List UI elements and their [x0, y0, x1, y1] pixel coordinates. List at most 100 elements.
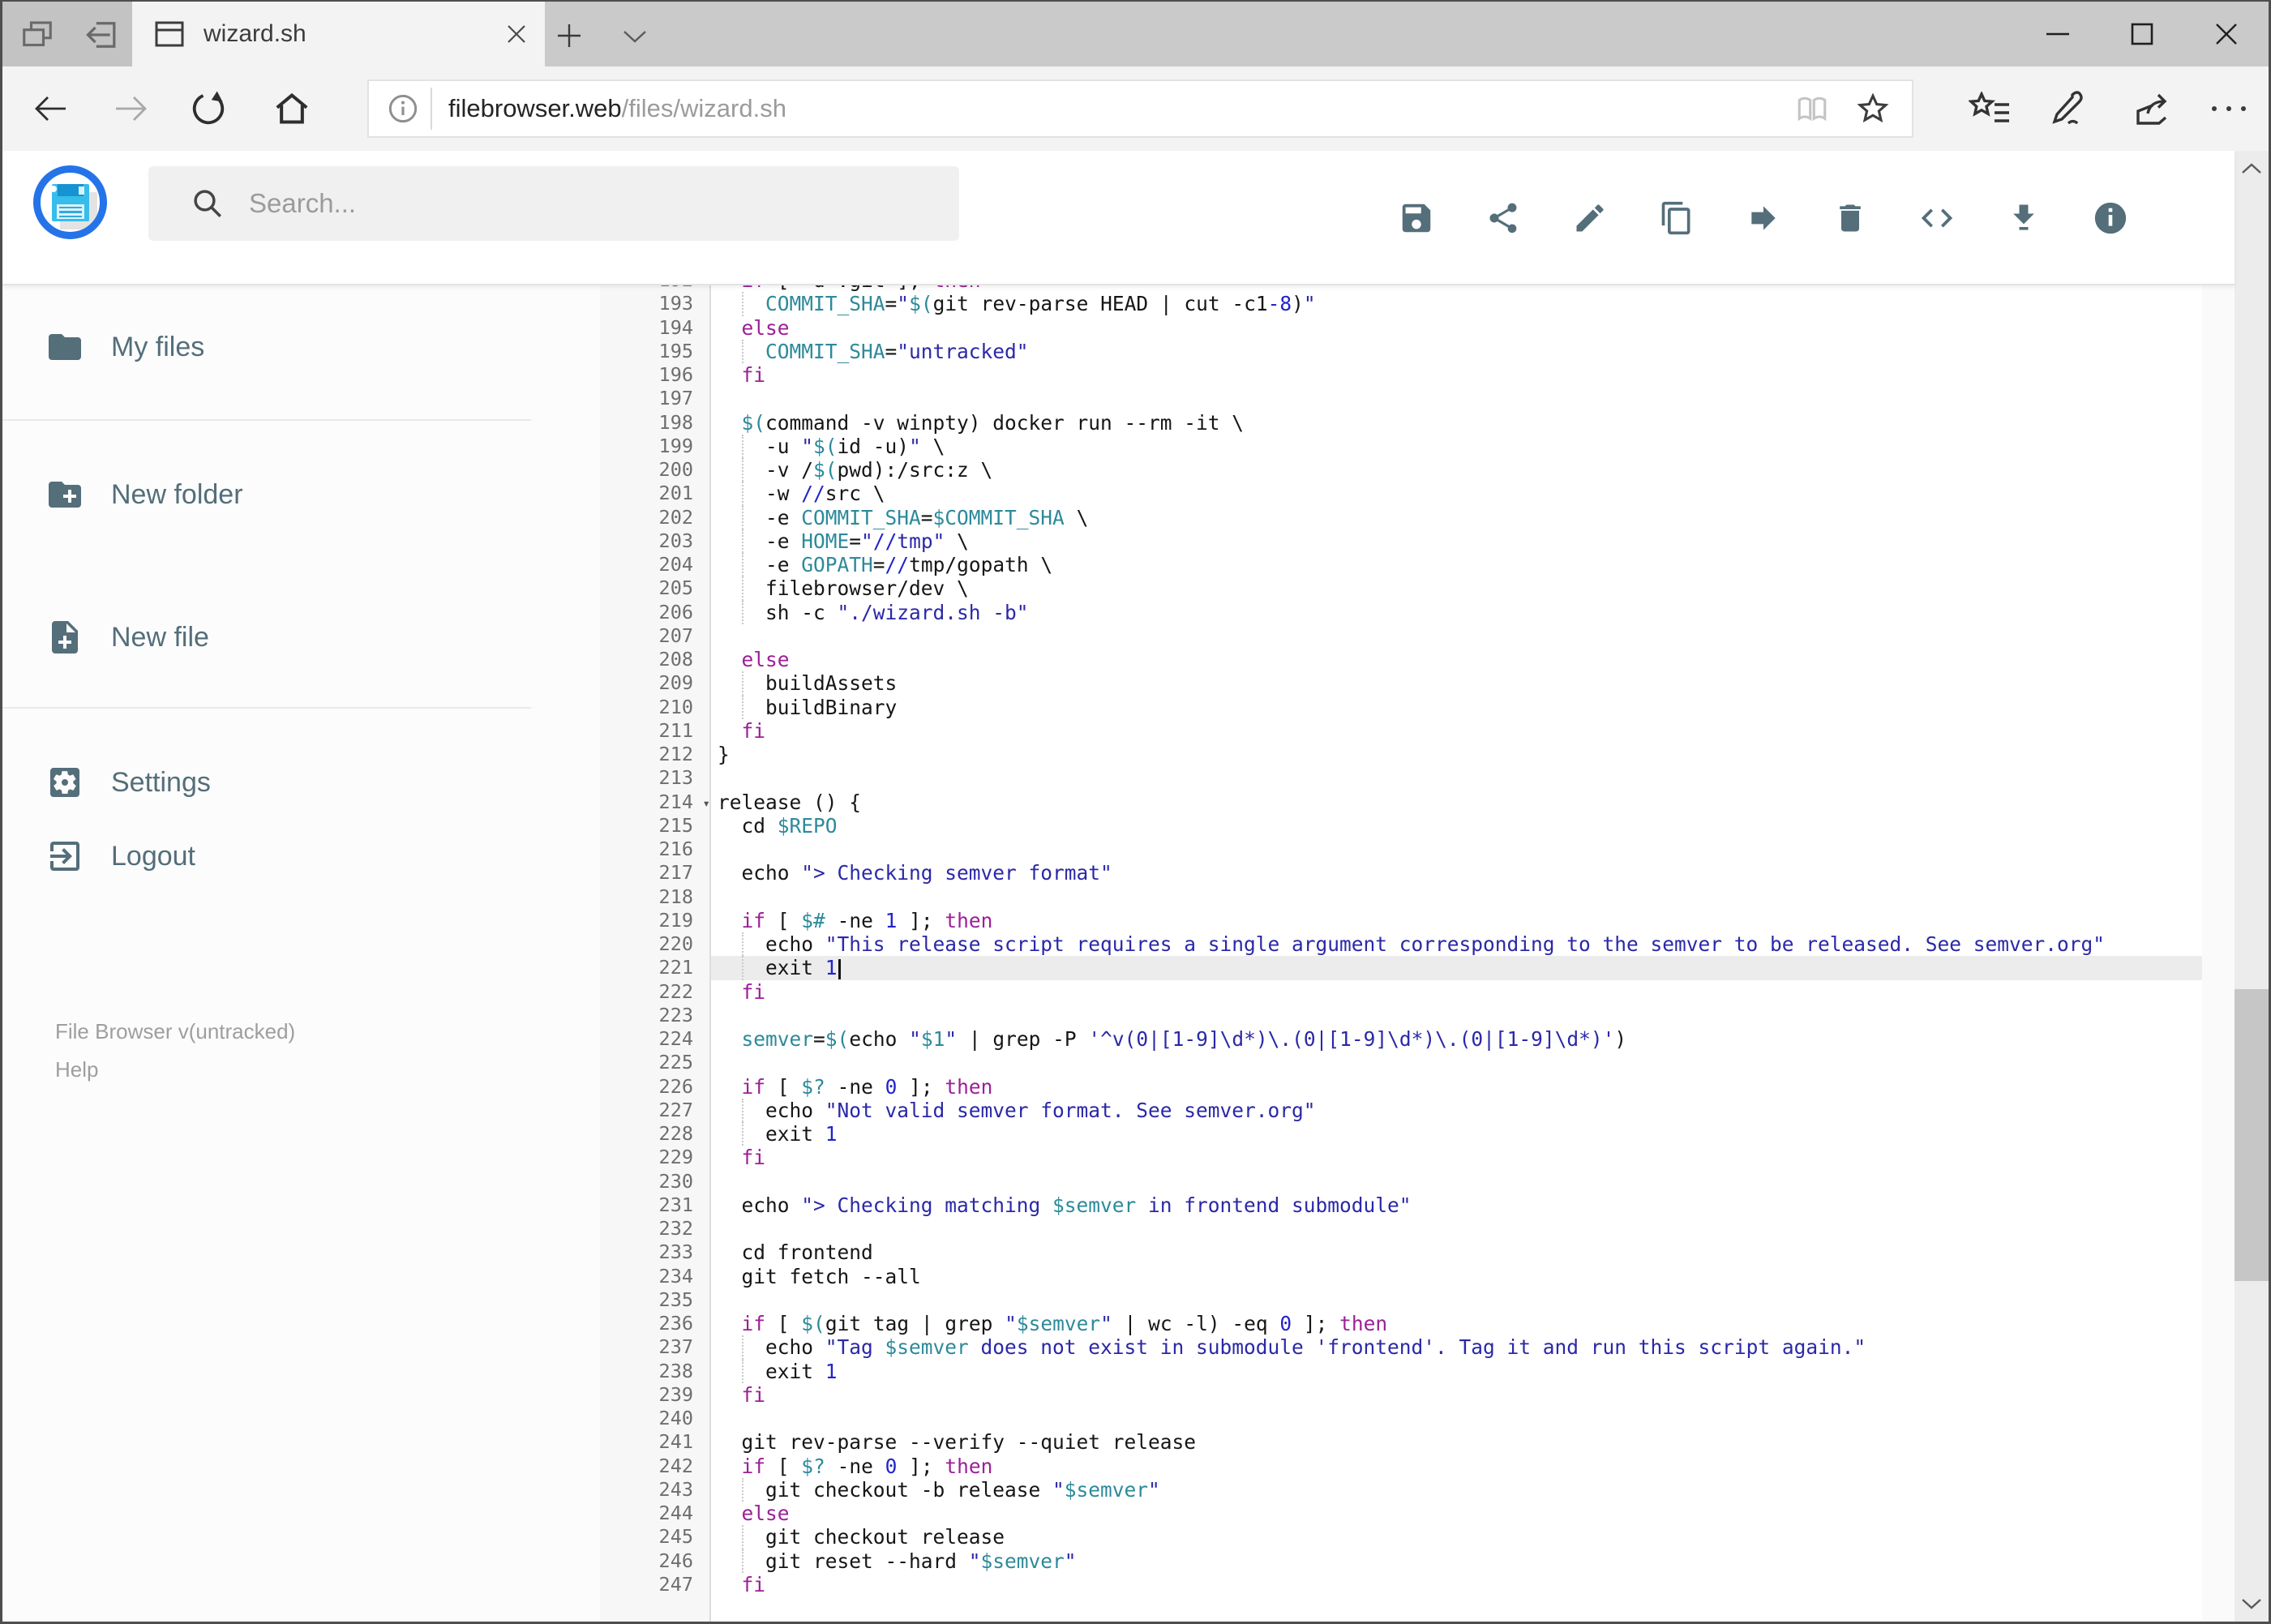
code-line[interactable]: 242 if [ $? -ne 0 ]; then — [600, 1455, 2202, 1478]
code-line[interactable]: 233 cd frontend — [600, 1240, 2202, 1264]
info-icon[interactable] — [2067, 190, 2153, 246]
code-line[interactable]: 199 -u "$(id -u)" \ — [600, 434, 2202, 458]
minimize-icon[interactable] — [2016, 2, 2100, 66]
forward-icon[interactable] — [109, 89, 153, 128]
code-line[interactable]: 198 $(command -v winpty) docker run --rm… — [600, 411, 2202, 435]
code-line[interactable]: 192 if [ -d .git ]; then — [600, 285, 2202, 292]
search-input[interactable] — [247, 187, 896, 220]
close-window-icon[interactable] — [2184, 2, 2269, 66]
code-line[interactable]: 230 — [600, 1170, 2202, 1193]
search-box[interactable] — [148, 166, 959, 241]
code-line[interactable]: 237 echo "Tag $semver does not exist in … — [600, 1335, 2202, 1360]
code-line[interactable]: 228 exit 1 — [600, 1122, 2202, 1146]
code-line[interactable]: 229 fi — [600, 1146, 2202, 1169]
code-line[interactable]: 217 echo "> Checking semver format" — [600, 861, 2202, 885]
reading-view-icon[interactable] — [1793, 92, 1831, 126]
code-line[interactable]: 235 — [600, 1288, 2202, 1312]
code-line[interactable]: 215 cd $REPO — [600, 814, 2202, 838]
code-line[interactable]: 222 fi — [600, 980, 2202, 1004]
code-line[interactable]: 223 — [600, 1004, 2202, 1027]
code-line[interactable]: 202 -e COMMIT_SHA=$COMMIT_SHA \ — [600, 505, 2202, 529]
tab-wizard-sh[interactable]: wizard.sh — [132, 2, 545, 66]
home-icon[interactable] — [270, 88, 314, 130]
page-scrollbar[interactable] — [2235, 151, 2269, 1622]
code-line[interactable]: 210 buildBinary — [600, 695, 2202, 719]
code-line[interactable]: 209 buildAssets — [600, 671, 2202, 696]
code-line[interactable]: 204 -e GOPATH=//tmp/gopath \ — [600, 553, 2202, 577]
code-line[interactable]: 243 git checkout -b release "$semver" — [600, 1477, 2202, 1502]
edit-icon[interactable] — [1546, 190, 1633, 246]
code-line[interactable]: 208 else — [600, 648, 2202, 671]
code-line[interactable]: 206 sh -c "./wizard.sh -b" — [600, 600, 2202, 624]
back-icon[interactable] — [28, 89, 72, 128]
code-line[interactable]: 246 git reset --hard "$semver" — [600, 1549, 2202, 1573]
set-tabs-aside-icon[interactable] — [80, 16, 121, 54]
site-info-icon[interactable] — [387, 92, 419, 125]
tab-preview-icon[interactable] — [19, 16, 56, 54]
hub-icon[interactable] — [1965, 89, 2015, 130]
more-icon[interactable] — [2205, 96, 2253, 122]
code-line[interactable]: 203 -e HOME="//tmp" \ — [600, 529, 2202, 553]
code-line[interactable]: 207 — [600, 624, 2202, 648]
delete-icon[interactable] — [1806, 190, 1893, 246]
code-editor[interactable]: 192 if [ -d .git ]; then193 COMMIT_SHA="… — [600, 285, 2202, 1622]
fold-marker-icon[interactable]: ▾ — [702, 791, 710, 815]
code-line[interactable]: 214 ▾ release () { — [600, 791, 2202, 814]
code-line[interactable]: 213 — [600, 766, 2202, 790]
move-icon[interactable] — [1720, 190, 1806, 246]
code-line[interactable]: 220 echo "This release script requires a… — [600, 932, 2202, 957]
code-line[interactable]: 216 — [600, 838, 2202, 861]
refresh-icon[interactable] — [187, 88, 229, 130]
annotate-pen-icon[interactable] — [2044, 88, 2093, 130]
code-line[interactable]: 227 echo "Not valid semver format. See s… — [600, 1098, 2202, 1122]
code-line[interactable]: 212} — [600, 743, 2202, 766]
code-line[interactable]: 226 if [ $? -ne 0 ]; then — [600, 1075, 2202, 1099]
scrollbar-thumb[interactable] — [2235, 989, 2269, 1281]
code-line[interactable]: 236 if [ $(git tag | grep "$semver" | wc… — [600, 1312, 2202, 1335]
code-line[interactable]: 234 git fetch --all — [600, 1265, 2202, 1288]
maximize-icon[interactable] — [2100, 2, 2184, 66]
sidebar-item-logout[interactable]: Logout — [2, 819, 531, 893]
scroll-down-icon[interactable] — [2235, 1586, 2269, 1622]
code-line[interactable]: 240 — [600, 1407, 2202, 1430]
code-line[interactable]: 247 fi — [600, 1573, 2202, 1596]
share-icon[interactable] — [2127, 88, 2177, 130]
code-line[interactable]: 238 exit 1 — [600, 1359, 2202, 1383]
code-line[interactable]: 239 fi — [600, 1383, 2202, 1407]
code-line[interactable]: 224 semver=$(echo "$1" | grep -P '^v(0|[… — [600, 1027, 2202, 1051]
code-line[interactable]: 244 else — [600, 1502, 2202, 1525]
code-line[interactable]: 201 -w //src \ — [600, 482, 2202, 506]
code-line[interactable]: 225 — [600, 1051, 2202, 1074]
code-line[interactable]: 194 else — [600, 316, 2202, 340]
share-file-icon[interactable] — [1459, 190, 1546, 246]
copy-icon[interactable] — [1633, 190, 1720, 246]
code-line[interactable]: 205 filebrowser/dev \ — [600, 576, 2202, 601]
sidebar-item-settings[interactable]: Settings — [2, 745, 531, 820]
code-line[interactable]: 218 — [600, 885, 2202, 909]
save-icon[interactable] — [1373, 190, 1459, 246]
tab-dropdown-icon[interactable] — [616, 21, 653, 52]
close-tab-icon[interactable] — [506, 24, 527, 45]
code-line[interactable]: 197 — [600, 387, 2202, 410]
favorite-star-icon[interactable] — [1855, 91, 1891, 126]
code-icon[interactable] — [1893, 190, 1980, 246]
url-bar[interactable]: filebrowser.web/files/wizard.sh — [367, 79, 1913, 138]
new-tab-icon[interactable] — [551, 18, 587, 54]
code-line[interactable]: 232 — [600, 1217, 2202, 1240]
sidebar-item-my-files[interactable]: My files — [2, 310, 531, 384]
help-link[interactable]: Help — [55, 1057, 98, 1082]
code-line[interactable]: 196 fi — [600, 363, 2202, 387]
code-line[interactable]: 200 -v /$(pwd):/src:z \ — [600, 458, 2202, 482]
code-line[interactable]: 219 if [ $# -ne 1 ]; then — [600, 909, 2202, 932]
sidebar-item-new-file[interactable]: New file — [2, 600, 531, 675]
code-line[interactable]: 221 exit 1 — [600, 956, 2202, 980]
scroll-up-icon[interactable] — [2235, 151, 2269, 186]
code-line[interactable]: 245 git checkout release — [600, 1525, 2202, 1549]
code-line[interactable]: 241 git rev-parse --verify --quiet relea… — [600, 1430, 2202, 1454]
code-line[interactable]: 231 echo "> Checking matching $semver in… — [600, 1193, 2202, 1217]
code-line[interactable]: 193 COMMIT_SHA="$(git rev-parse HEAD | c… — [600, 292, 2202, 316]
sidebar-item-new-folder[interactable]: New folder — [2, 457, 531, 532]
code-line[interactable]: 211 fi — [600, 719, 2202, 743]
code-line[interactable]: 195 COMMIT_SHA="untracked" — [600, 339, 2202, 363]
download-icon[interactable] — [1980, 190, 2067, 246]
